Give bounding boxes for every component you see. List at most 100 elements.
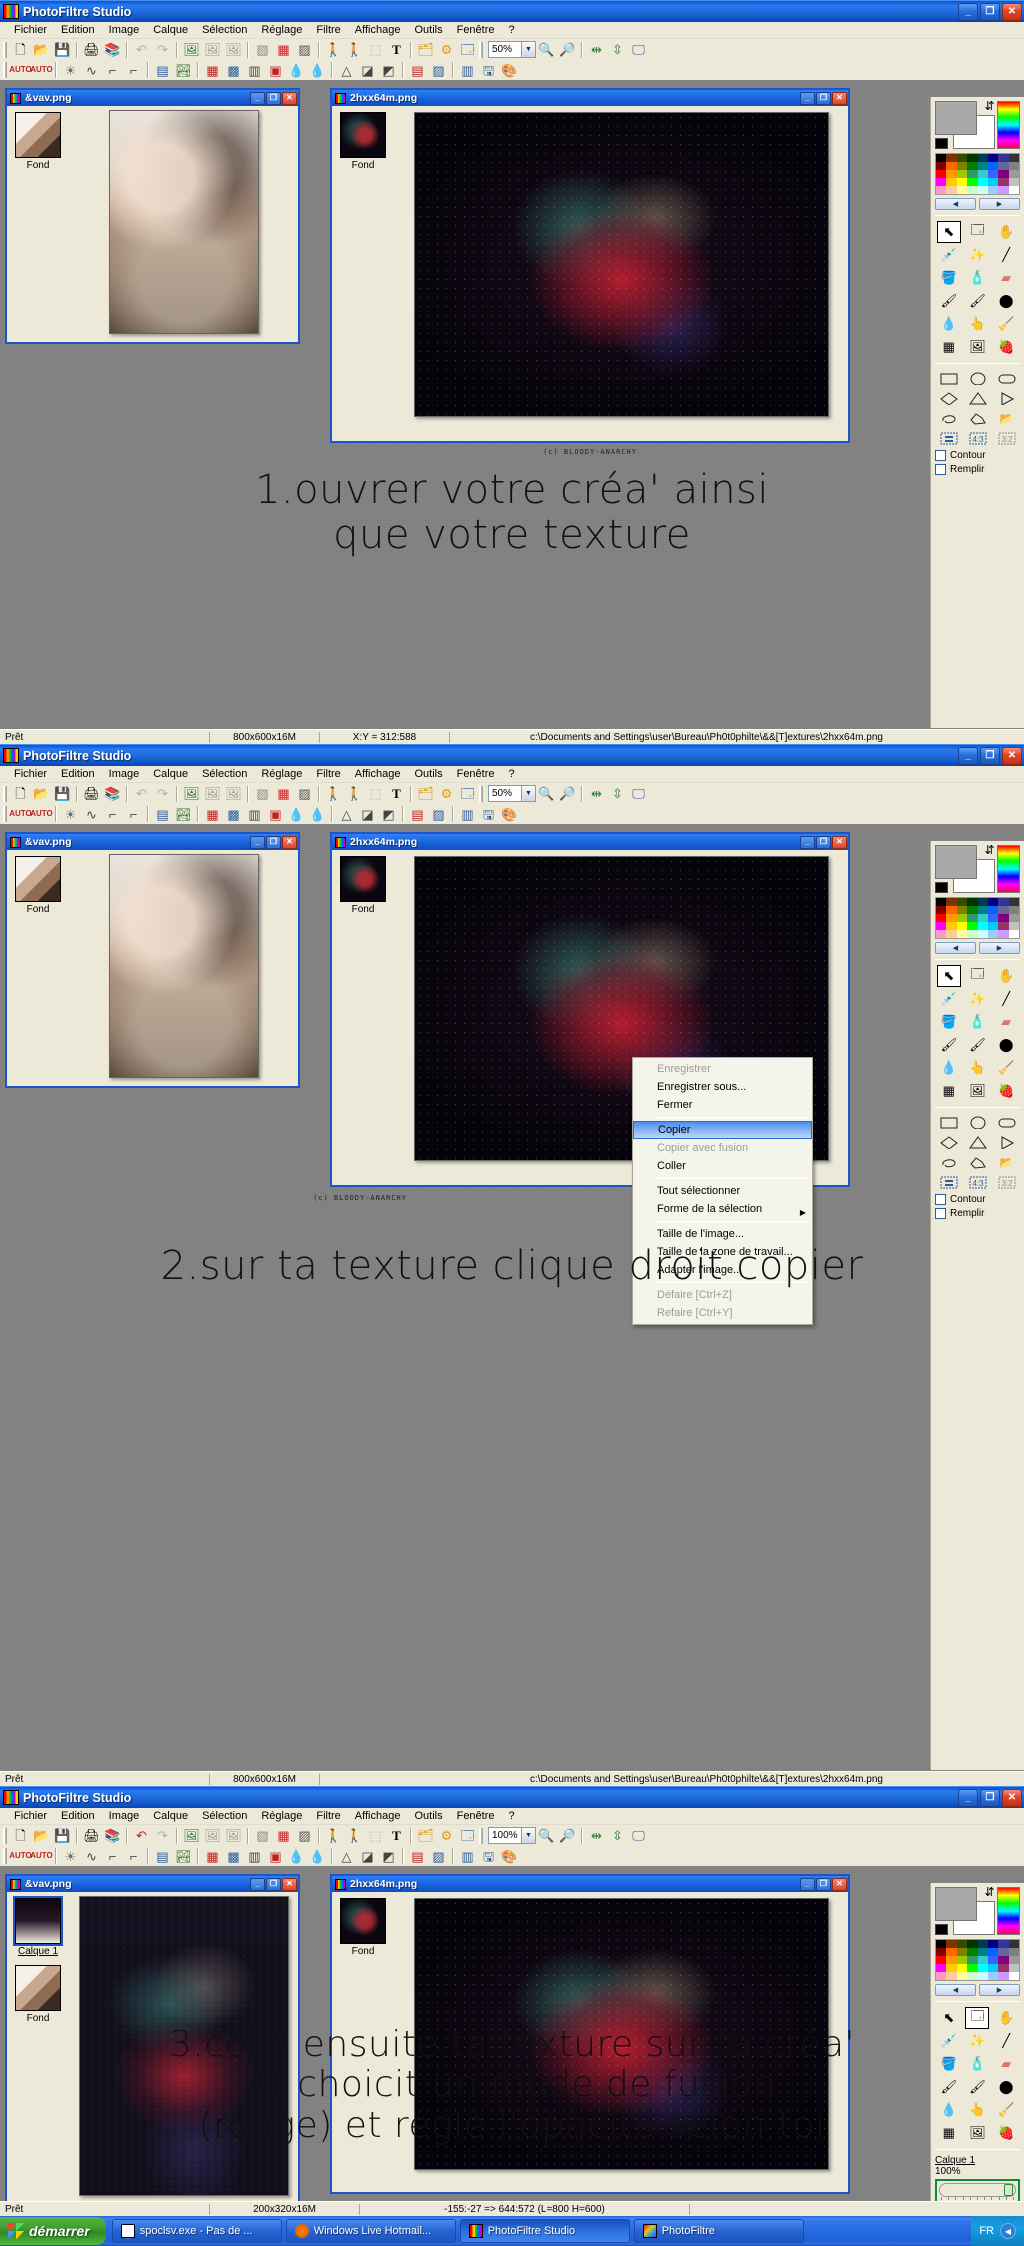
child-minimize-button[interactable]: _: [250, 91, 265, 105]
layer-thumbnail[interactable]: [340, 112, 386, 158]
negative-icon[interactable]: ▨: [428, 1846, 449, 1866]
smudge-icon[interactable]: 👆: [965, 1057, 989, 1079]
color-swatch[interactable]: [936, 170, 947, 178]
selection-icon[interactable]: ⬚: [365, 1826, 386, 1846]
halftone-icon[interactable]: ▥: [244, 1846, 265, 1866]
transparency-icon[interactable]: ▣: [265, 804, 286, 824]
menu-item-image[interactable]: Image: [102, 1810, 147, 1822]
gradient-icon[interactable]: ▤: [152, 804, 173, 824]
image-explorer-icon[interactable]: 🖼: [181, 784, 202, 804]
ratio-4-3-icon[interactable]: 4:3: [966, 429, 990, 447]
color-swatch[interactable]: [977, 1940, 988, 1948]
layer-manager-icon[interactable]: 🗂: [415, 1826, 436, 1846]
color-swatch[interactable]: [956, 930, 968, 938]
shape-grid[interactable]: 📂 4:3 3:2: [935, 369, 1020, 447]
levels-icon[interactable]: ⌐: [123, 60, 144, 80]
color-swatch[interactable]: [1008, 1972, 1019, 1980]
dither-icon[interactable]: ▨: [294, 784, 315, 804]
color-swatch[interactable]: [956, 1948, 968, 1956]
color-swatch[interactable]: [1008, 1964, 1019, 1972]
zoom-in-icon[interactable]: 🔎: [557, 784, 578, 804]
fullscreen-icon[interactable]: 🖵: [628, 784, 649, 804]
image-explorer-icon[interactable]: 🖼: [181, 1826, 202, 1846]
broom-icon[interactable]: 🧹: [994, 1057, 1018, 1079]
ratio-4-3-icon[interactable]: 4:3: [966, 1173, 990, 1191]
child-maximize-button[interactable]: ❐: [816, 835, 831, 849]
new-file-icon[interactable]: 🗋: [10, 784, 31, 804]
new-file-icon[interactable]: 🗋: [10, 1826, 31, 1846]
ellipse-shape-icon[interactable]: [966, 369, 990, 387]
context-menu-item[interactable]: Fermer: [633, 1096, 812, 1114]
menu-item-outils[interactable]: Outils: [407, 768, 449, 780]
eraser-icon[interactable]: ▰: [994, 267, 1018, 289]
color-swatch[interactable]: [998, 914, 1009, 922]
minimize-button[interactable]: _: [958, 1788, 978, 1807]
layer-thumbnail-fond[interactable]: [15, 1965, 61, 2011]
batch-icon[interactable]: 🖼: [202, 40, 223, 60]
menu-item-selection[interactable]: Sélection: [195, 768, 254, 780]
brush-plus-icon[interactable]: 🖌: [965, 290, 989, 312]
color-balance-icon[interactable]: ▤: [407, 1846, 428, 1866]
screen-capture-icon[interactable]: 🗔: [965, 221, 989, 243]
layer-thumbnail-column[interactable]: Fond: [7, 850, 69, 1086]
open-file-icon[interactable]: 📂: [31, 784, 52, 804]
color-swatch[interactable]: [977, 1972, 988, 1980]
halftone-icon[interactable]: ▥: [244, 60, 265, 80]
window-buttons[interactable]: _ ❐ ✕: [958, 1788, 1022, 1807]
menu-item-affichage[interactable]: Affichage: [348, 768, 408, 780]
canvas-area[interactable]: [69, 850, 298, 1086]
redo-icon[interactable]: ↷: [152, 40, 173, 60]
menu-item-selection[interactable]: Sélection: [195, 1810, 254, 1822]
color-swatch[interactable]: [936, 898, 947, 906]
color-swatch[interactable]: [998, 1972, 1009, 1980]
color-swatch[interactable]: [967, 178, 978, 186]
broom-icon[interactable]: 🧹: [994, 313, 1018, 335]
color-swatch[interactable]: [967, 898, 978, 906]
color-swatch[interactable]: [987, 906, 999, 914]
fill-checkbox[interactable]: [935, 464, 946, 475]
child-maximize-button[interactable]: ❐: [266, 835, 281, 849]
zoom-out-icon[interactable]: 🔍: [536, 784, 557, 804]
main-toolbar[interactable]: 🗋 📂 💾 🖨 📚 ↶ ↷ 🖼 🖼 🖼 ▧ ▦ ▨ 🚶 🚶 ⬚ T 🗂 ⚙ 🗔 …: [0, 783, 1024, 804]
blur-drop-icon[interactable]: 💧: [937, 313, 961, 335]
menu-item-fichier[interactable]: Fichier: [7, 1810, 54, 1822]
chevron-down-icon[interactable]: ▼: [521, 786, 535, 801]
child-minimize-button[interactable]: _: [250, 1877, 265, 1891]
text-tool-icon[interactable]: T: [386, 1826, 407, 1846]
taskbar[interactable]: démarrer spoclsv.exe - Pas de ... Window…: [0, 2216, 1024, 2246]
color-spectrum[interactable]: [996, 1887, 1020, 1935]
save-icon[interactable]: 💾: [52, 784, 73, 804]
color-swatch[interactable]: [956, 154, 968, 162]
taskbar-item-photofiltre-studio[interactable]: PhotoFiltre Studio: [459, 2219, 630, 2243]
effects-icon[interactable]: ⚙: [436, 1826, 457, 1846]
context-menu-item[interactable]: Enregistrer sous...: [633, 1078, 812, 1096]
new-file-icon[interactable]: 🗋: [10, 40, 31, 60]
toolbar-grip[interactable]: [3, 1827, 7, 1844]
system-tray[interactable]: FR ◀: [971, 2216, 1024, 2246]
color-swatch[interactable]: [946, 1940, 957, 1948]
toolbar-grip-2[interactable]: [479, 1827, 483, 1844]
color-swatch[interactable]: [956, 1940, 968, 1948]
color-swatch[interactable]: [977, 154, 988, 162]
color-swatch[interactable]: [977, 170, 988, 178]
prev-palette-icon[interactable]: ◀: [935, 198, 976, 210]
text-tool-icon[interactable]: T: [386, 40, 407, 60]
emboss-icon[interactable]: ◪: [357, 804, 378, 824]
grid-filter-icon[interactable]: ▦: [202, 60, 223, 80]
child-title-bar[interactable]: 2hxx64m.png _ ❐ ✕: [332, 90, 848, 106]
next-palette-icon[interactable]: ▶: [979, 942, 1020, 954]
filter-toolbar-grip[interactable]: [3, 1848, 7, 1864]
emboss-icon[interactable]: ◪: [357, 60, 378, 80]
maximize-button[interactable]: ❐: [980, 2, 1000, 21]
blur-drop-icon[interactable]: 💧: [937, 1057, 961, 1079]
contour-checkbox-row[interactable]: Contour: [935, 1194, 1020, 1205]
start-button[interactable]: démarrer: [0, 2217, 106, 2245]
main-toolbar[interactable]: 🗋 📂 💾 🖨 📚 ↶ ↷ 🖼 🖼 🖼 ▧ ▦ ▨ 🚶 🚶 ⬚ T 🗂 ⚙ 🗔 …: [0, 39, 1024, 60]
color-swatch[interactable]: [1008, 914, 1019, 922]
tool-palette-2[interactable]: ⇵ ◀ ▶ ⬉ 🗔 ✋ 💉 ✨ ╱ 🪣 🧴 ▰ 🖌 🖌 ⬤ 💧 👆 🧹 ▦ 🖼 …: [930, 841, 1024, 1770]
color-swatch[interactable]: [1008, 154, 1019, 162]
emboss-icon[interactable]: ◪: [357, 1846, 378, 1866]
opacity-slider-knob[interactable]: [1004, 2184, 1013, 2196]
relief-icon[interactable]: ◩: [378, 804, 399, 824]
fill-checkbox[interactable]: [935, 1208, 946, 1219]
